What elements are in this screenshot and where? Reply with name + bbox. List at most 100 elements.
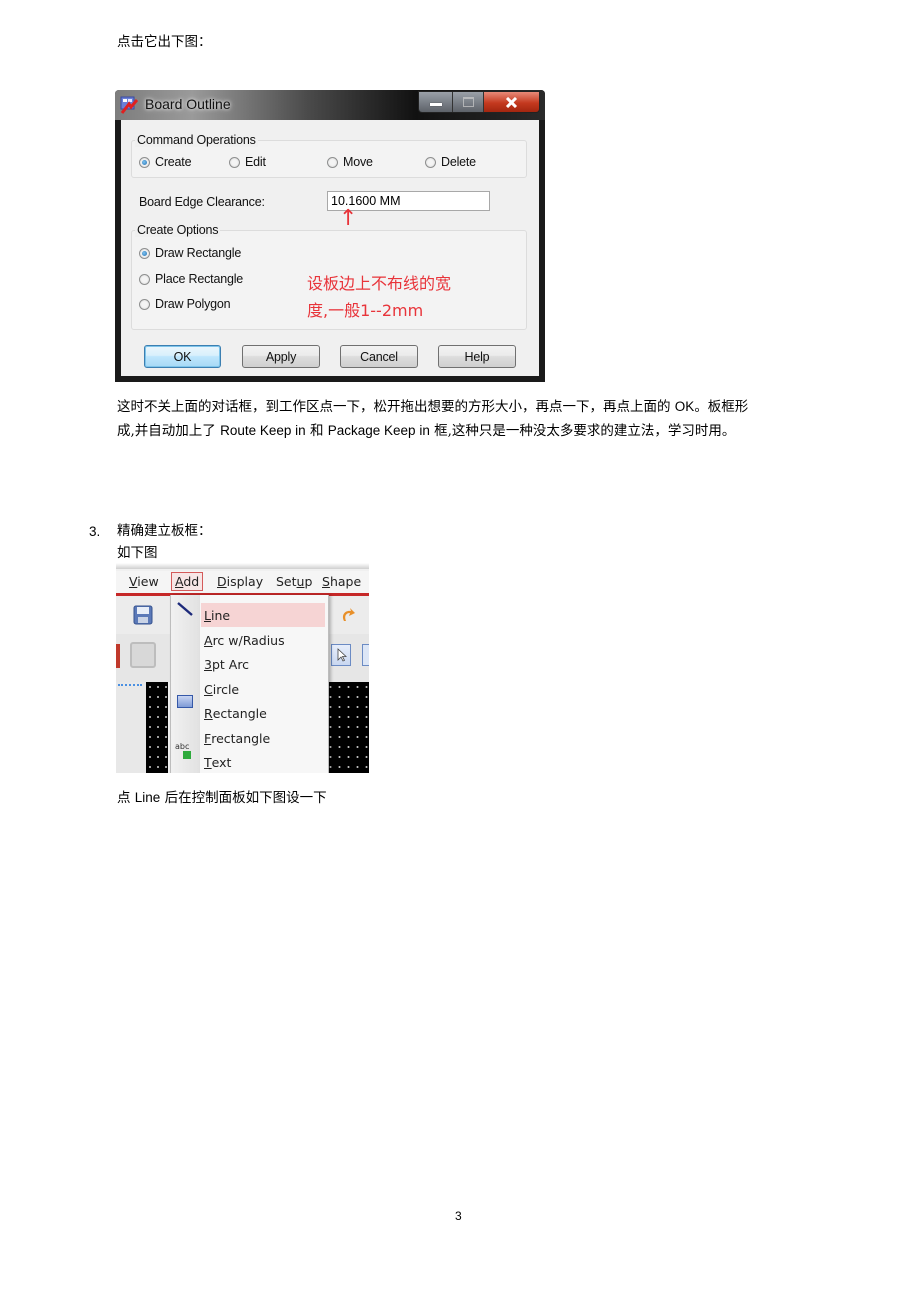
disabled-tool-icon[interactable] (130, 642, 156, 668)
paragraph-1-line-2: 成,并自动加上了 Route Keep in 和 Package Keep in… (117, 419, 877, 443)
section-number: 3. (89, 524, 101, 539)
menu-item-label: ine (210, 607, 231, 623)
mnemonic: C (204, 681, 213, 697)
radio-button[interactable] (327, 156, 338, 168)
paragraph-2: 点 Line 后在控制面板如下图设一下 (117, 786, 327, 810)
menu-item-label: rectangle (211, 730, 271, 746)
close-icon (505, 96, 518, 108)
menu-item-frectangle[interactable]: Frectangle (201, 726, 325, 750)
mnemonic: R (204, 705, 213, 721)
mnemonic: D (217, 574, 227, 589)
radio-label: Draw Polygon (155, 297, 231, 311)
window-controls (418, 91, 540, 113)
radio-draw-polygon[interactable]: Draw Polygon (139, 297, 231, 311)
paragraph-1-line-1: 这时不关上面的对话框，到工作区点一下，松开拖出想要的方形大小，再点一下，再点上面… (117, 395, 877, 419)
redo-icon[interactable] (340, 606, 356, 624)
radio-edit[interactable]: Edit (229, 155, 266, 169)
dialog-body: Command Operations Create Edit Move Dele… (121, 120, 539, 376)
text-run: 这时不关上面的对话框，到工作区点一下，松开拖出想要的方形大小，再点一下，再点上面… (117, 399, 675, 415)
menu-label: isplay (226, 574, 264, 589)
menu-item-rectangle[interactable]: Rectangle (201, 701, 325, 725)
radio-button[interactable] (139, 273, 150, 285)
radio-button[interactable] (425, 156, 436, 168)
paragraph-1: 这时不关上面的对话框，到工作区点一下，松开拖出想要的方形大小，再点一下，再点上面… (117, 395, 877, 443)
save-icon[interactable] (133, 605, 153, 625)
board-outline-dialog: Board Outline Command Operations Create (115, 90, 545, 382)
annotation-line1: 设板边上不布线的宽 (307, 274, 452, 293)
menu-item-text[interactable]: Text (201, 750, 325, 773)
radio-button[interactable] (139, 156, 150, 168)
rectangle-icon (177, 695, 193, 708)
text-run: 和 (305, 423, 328, 439)
radio-label: Place Rectangle (155, 272, 244, 286)
cancel-button[interactable]: Cancel (340, 345, 418, 368)
menu-item-label: ircle (212, 681, 240, 697)
radio-draw-rectangle[interactable]: Draw Rectangle (139, 246, 241, 260)
side-panel (116, 682, 146, 773)
menu-item-3pt-arc[interactable]: 3 pt Arc (201, 652, 325, 676)
menu-label: p (304, 574, 313, 589)
app-icon (120, 96, 138, 114)
radio-move[interactable]: Move (327, 155, 373, 169)
menu-item-arc-w-radius[interactable]: Arc w/Radius (201, 628, 325, 652)
select-arrow-icon[interactable] (331, 644, 351, 666)
menu-label: iew (137, 574, 159, 589)
mnemonic: 3 (204, 656, 212, 672)
panel-grip (118, 684, 142, 689)
text-run: 成,并自动加上了 (117, 423, 221, 439)
menu-shape[interactable]: Shape (322, 574, 361, 589)
dialog-titlebar: Board Outline (115, 90, 545, 120)
radio-place-rectangle[interactable]: Place Rectangle (139, 272, 243, 286)
radio-button[interactable] (229, 156, 240, 168)
maximize-button[interactable] (453, 92, 484, 112)
mnemonic: A (204, 632, 213, 648)
text-run: Line (134, 790, 161, 805)
menu-item-label: ectangle (212, 705, 267, 721)
menu-item-circle[interactable]: Circle (201, 677, 325, 701)
help-button[interactable]: Help (438, 345, 516, 368)
mnemonic: T (204, 754, 212, 770)
line-icon (177, 602, 193, 616)
annotation-arrow: ↑ (339, 206, 358, 231)
mnemonic: L (204, 607, 211, 623)
menu-label: Set (276, 574, 297, 589)
text-run: Package Keep in (327, 423, 430, 438)
board-edge-clearance-label: Board Edge Clearance: (139, 195, 265, 209)
menu-item-label: ext (211, 754, 232, 770)
menu-item-label: rc w/Radius (212, 632, 285, 648)
ok-button[interactable]: OK (144, 345, 221, 368)
radio-button[interactable] (139, 298, 150, 310)
menu-display[interactable]: Display (217, 574, 263, 589)
workspace-canvas (146, 682, 168, 773)
menu-bar: View Add Display Setup Shape (116, 571, 369, 593)
radio-label: Draw Rectangle (155, 246, 242, 260)
radio-label: Delete (441, 155, 476, 169)
annotation-line2: 度,一般1--2mm (307, 301, 424, 320)
radio-button[interactable] (139, 247, 150, 259)
radio-create[interactable]: Create (139, 155, 192, 169)
menu-view[interactable]: View (129, 574, 159, 589)
mnemonic: S (322, 574, 330, 589)
window-rim (116, 563, 369, 569)
text-run: Route Keep in (220, 423, 306, 438)
create-options-label: Create Options (135, 223, 221, 237)
menu-item-line[interactable]: Line (201, 603, 325, 627)
radio-label: Create (155, 155, 192, 169)
add-dropdown-menu: abc Line Arc w/Radius 3 pt Arc Circle Rec… (170, 595, 329, 773)
text-icon: abc (175, 742, 197, 760)
minimize-button[interactable] (419, 92, 454, 112)
menu-setup[interactable]: Setup (276, 574, 312, 589)
menu-item-label: pt Arc (211, 656, 250, 672)
menu-label: hape (329, 574, 362, 589)
close-button[interactable] (483, 92, 539, 112)
radio-label: Move (343, 155, 373, 169)
apply-button[interactable]: Apply (242, 345, 320, 368)
command-operations-label: Command Operations (135, 133, 258, 147)
toolbar-button[interactable] (362, 644, 369, 666)
radio-delete[interactable]: Delete (425, 155, 476, 169)
page-number: 3 (455, 1209, 462, 1223)
mnemonic: F (204, 730, 212, 746)
workspace-canvas (326, 682, 369, 773)
menu-add[interactable]: Add (171, 572, 204, 591)
section-heading: 精确建立板框： (117, 523, 212, 539)
